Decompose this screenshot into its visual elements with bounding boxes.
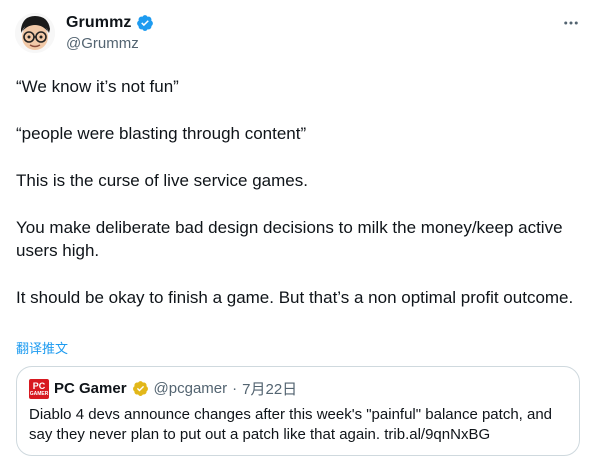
quoted-tweet-text: Diablo 4 devs announce changes after thi…	[29, 406, 553, 443]
tweet-paragraph: This is the curse of live service games.	[16, 171, 308, 190]
verified-gold-badge-icon	[132, 381, 148, 396]
quoted-tweet-card[interactable]: PC GAMER PC Gamer @pcgamer · 7月22日 Diabl…	[16, 366, 580, 456]
tweet-paragraph: It should be okay to finish a game. But …	[16, 288, 574, 307]
more-options-button[interactable]	[560, 12, 582, 34]
quoted-tweet-date[interactable]: 7月22日	[242, 378, 297, 399]
author-handle[interactable]: @Grummz	[66, 35, 139, 52]
tweet-paragraph: You make deliberate bad design decisions…	[16, 218, 563, 260]
quoted-tweet-header: PC GAMER PC Gamer @pcgamer · 7月22日	[29, 378, 297, 399]
pcgamer-logo-bottom: GAMER	[29, 390, 49, 397]
pcgamer-logo-top: PC	[32, 380, 46, 391]
verified-badge-icon	[136, 15, 153, 31]
avatar[interactable]	[15, 13, 55, 53]
quoted-author-name[interactable]: PC Gamer	[54, 380, 127, 397]
author-name[interactable]: Grummz	[66, 14, 154, 32]
tweet-text: “We know it’s not fun” “people were blas…	[16, 75, 586, 309]
pcgamer-logo: PC GAMER	[29, 378, 49, 399]
quoted-author-handle[interactable]: @pcgamer	[154, 380, 228, 397]
dot-separator: ·	[232, 380, 238, 397]
more-options-icon	[564, 21, 578, 25]
avatar-cartoon-face	[15, 13, 55, 53]
translate-tweet-link[interactable]: 翻译推文	[16, 338, 68, 357]
tweet-paragraph: “We know it’s not fun”	[16, 77, 179, 96]
author-name-text: Grummz	[66, 14, 132, 31]
tweet-paragraph: “people were blasting through content”	[16, 124, 307, 143]
